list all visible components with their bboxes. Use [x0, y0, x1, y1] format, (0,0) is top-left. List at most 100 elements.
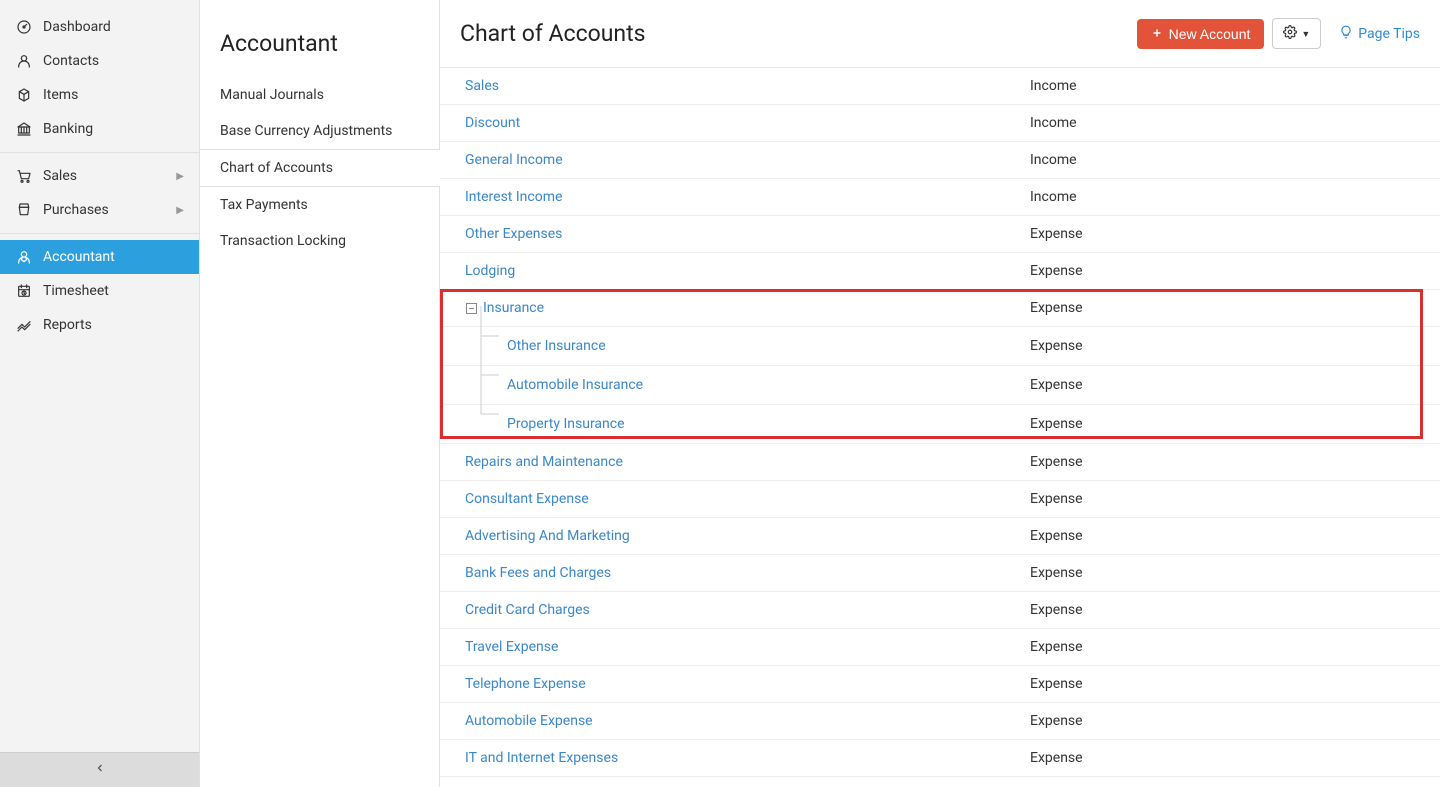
account-link[interactable]: Insurance	[483, 300, 544, 316]
account-name-cell: Other Insurance	[440, 327, 1020, 365]
sidebar-item-contacts[interactable]: Contacts	[0, 44, 199, 78]
table-row: Travel Expense Expense	[440, 629, 1440, 666]
table-row: SalesIncome	[440, 68, 1440, 105]
account-name-cell: Lodging	[440, 254, 1020, 288]
account-type-cell: Expense	[1020, 630, 1440, 664]
table-row: Repairs and Maintenance Expense	[440, 444, 1440, 481]
account-name-cell: Property Insurance	[440, 405, 1020, 443]
banking-icon	[15, 120, 33, 138]
settings-dropdown-button[interactable]: ▼	[1272, 18, 1321, 49]
table-row: Telephone Expense Expense	[440, 666, 1440, 703]
reports-icon	[15, 316, 33, 334]
main-header: Chart of Accounts New Account ▼	[440, 0, 1440, 68]
account-link[interactable]: Sales	[465, 78, 499, 94]
account-name-cell: Other Expenses	[440, 217, 1020, 251]
account-link[interactable]: Property Insurance	[507, 416, 625, 432]
sidebar-item-accountant[interactable]: Accountant	[0, 240, 199, 274]
table-row: Automobile ExpenseExpense	[440, 703, 1440, 740]
sub-sidebar-title: Accountant	[200, 20, 439, 77]
account-link[interactable]: Other Insurance	[507, 338, 606, 354]
account-link[interactable]: Automobile Insurance	[507, 377, 643, 393]
account-type-cell: Income	[1020, 180, 1440, 214]
account-link[interactable]: Telephone Expense	[465, 676, 586, 692]
sidebar-item-label: Banking	[43, 121, 93, 137]
account-type-cell: Expense	[1020, 445, 1440, 479]
page-title: Chart of Accounts	[460, 20, 646, 47]
page-tips-link[interactable]: Page Tips	[1339, 25, 1420, 43]
account-name-cell: Discount	[440, 106, 1020, 140]
sidebar-item-label: Sales	[43, 168, 77, 184]
account-link[interactable]: Other Expenses	[465, 226, 562, 242]
sidebar-item-items[interactable]: Items	[0, 78, 199, 112]
subsidebar-item-manual-journals[interactable]: Manual Journals	[200, 77, 439, 113]
subsidebar-item-base-currency-adjustments[interactable]: Base Currency Adjustments	[200, 113, 439, 149]
sidebar-item-timesheet[interactable]: Timesheet	[0, 274, 199, 308]
table-row: Advertising And Marketing Expense	[440, 518, 1440, 555]
account-link[interactable]: Automobile Expense	[465, 713, 593, 729]
sidebar-item-banking[interactable]: Banking	[0, 112, 199, 146]
sidebar-item-label: Reports	[43, 317, 92, 333]
sidebar-item-label: Timesheet	[43, 283, 109, 299]
account-type-cell: Expense	[1020, 291, 1440, 325]
main-content: Chart of Accounts New Account ▼	[440, 0, 1440, 787]
account-type-cell: Income	[1020, 106, 1440, 140]
account-name-cell: Advertising And Marketing	[440, 519, 1020, 553]
account-name-cell: Consultant Expense	[440, 482, 1020, 516]
subsidebar-item-transaction-locking[interactable]: Transaction Locking	[200, 223, 439, 259]
account-type-cell: Expense	[1020, 519, 1440, 553]
sidebar-collapse-button[interactable]	[0, 752, 199, 787]
table-row: Other Insurance Expense	[440, 327, 1440, 366]
folder-collapse-icon[interactable]	[465, 302, 477, 314]
account-link[interactable]: Lodging	[465, 263, 515, 279]
sidebar-item-label: Purchases	[43, 202, 109, 218]
account-type-cell: Expense	[1020, 778, 1440, 787]
account-name-cell: General Income	[440, 143, 1020, 177]
subsidebar-item-chart-of-accounts[interactable]: Chart of Accounts	[200, 149, 439, 187]
dashboard-icon	[15, 18, 33, 36]
contacts-icon	[15, 52, 33, 70]
sidebar-item-reports[interactable]: Reports	[0, 308, 199, 342]
account-type-cell: Expense	[1020, 217, 1440, 251]
accountant-icon	[15, 248, 33, 266]
new-account-button[interactable]: New Account	[1137, 19, 1265, 49]
account-name-cell: Interest Income	[440, 180, 1020, 214]
chevron-left-icon	[94, 762, 106, 778]
main-sidebar: DashboardContactsItemsBankingSales▶Purch…	[0, 0, 200, 787]
table-row: Bank Fees and ChargesExpense	[440, 555, 1440, 592]
account-type-cell: Expense	[1020, 407, 1440, 441]
account-link[interactable]: Travel Expense	[465, 639, 558, 655]
sidebar-item-sales[interactable]: Sales▶	[0, 159, 199, 193]
account-type-cell: Expense	[1020, 254, 1440, 288]
subsidebar-item-tax-payments[interactable]: Tax Payments	[200, 187, 439, 223]
account-name-cell: Travel Expense	[440, 630, 1020, 664]
sidebar-item-label: Contacts	[43, 53, 99, 69]
account-link[interactable]: General Income	[465, 152, 563, 168]
timesheet-icon	[15, 282, 33, 300]
account-link[interactable]: Credit Card Charges	[465, 602, 590, 618]
new-account-label: New Account	[1169, 26, 1251, 42]
bulb-icon	[1339, 25, 1353, 43]
sidebar-item-label: Items	[43, 87, 78, 103]
account-link[interactable]: Discount	[465, 115, 520, 131]
sidebar-item-purchases[interactable]: Purchases ▶	[0, 193, 199, 227]
account-link[interactable]: Interest Income	[465, 189, 562, 205]
accounts-table[interactable]: SalesIncomeDiscountIncomeGeneral IncomeI…	[440, 68, 1440, 787]
account-link[interactable]: Advertising And Marketing	[465, 528, 630, 544]
account-link[interactable]: IT and Internet Expenses	[465, 750, 618, 766]
account-name-cell: Telephone Expense	[440, 667, 1020, 701]
account-type-cell: Expense	[1020, 667, 1440, 701]
chevron-right-icon: ▶	[176, 205, 184, 216]
account-name-cell: IT and Internet Expenses	[440, 741, 1020, 775]
account-type-cell: Expense	[1020, 482, 1440, 516]
account-name-cell: Sales	[440, 69, 1020, 103]
account-link[interactable]: Consultant Expense	[465, 491, 589, 507]
table-row: Automobile InsuranceExpense	[440, 366, 1440, 405]
table-row: IT and Internet ExpensesExpense	[440, 740, 1440, 777]
sidebar-item-label: Dashboard	[43, 19, 111, 35]
account-link[interactable]: Repairs and Maintenance	[465, 454, 623, 470]
account-type-cell: Expense	[1020, 329, 1440, 363]
account-link[interactable]: Bank Fees and Charges	[465, 565, 611, 581]
gear-icon	[1283, 25, 1297, 42]
table-row: Other Expenses Expense	[440, 216, 1440, 253]
sidebar-item-dashboard[interactable]: Dashboard	[0, 10, 199, 44]
